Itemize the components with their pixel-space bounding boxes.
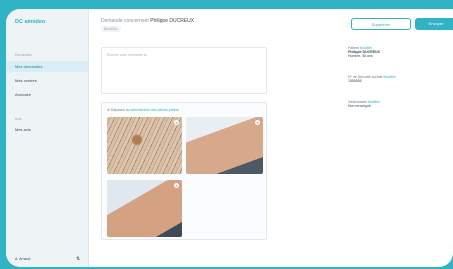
page-title: Demande concernant Philippe DUCREUX	[101, 18, 194, 24]
attachment-photo-2[interactable]: ×	[186, 117, 263, 174]
attachment-photo-3[interactable]: ×	[107, 180, 182, 237]
message-textarea[interactable]: Écrivez votre demande ici	[101, 47, 267, 94]
patient-details: Homme, 56 ans	[348, 54, 373, 58]
send-button[interactable]: Envoyer	[415, 18, 453, 30]
patient-section: Patient Modifier Philippe DUCREUX Homme,…	[348, 46, 380, 58]
recipient-section: Destinataire Modifier Non renseigné	[348, 100, 380, 108]
title-prefix: Demande concernant	[101, 18, 149, 24]
secu-edit-link[interactable]: Modifier	[383, 75, 395, 79]
app-logo: DC aimideo	[15, 19, 46, 25]
sidebar-item-mes-avis[interactable]: Mes avis	[6, 124, 88, 135]
sidebar: DC aimideo Demandes Mes demandes Mes cen…	[6, 9, 89, 267]
app-window: DC aimideo Demandes Mes demandes Mes cen…	[6, 9, 453, 267]
sidebar-section-demandes: Demandes	[15, 53, 32, 57]
sidebar-item-mes-demandes[interactable]: Mes demandes	[6, 61, 88, 72]
attachments-label: ⊘ Déposez ou sélectionnez des pièces joi…	[107, 108, 179, 112]
attachments-dropzone[interactable]: ⊘ Déposez ou sélectionnez des pièces joi…	[101, 102, 267, 240]
user-name[interactable]: A. Arnaud	[15, 257, 30, 261]
secu-section: N° de Sécurité sociale Modifier 1555555	[348, 75, 396, 83]
delete-button[interactable]: Supprimer	[351, 18, 411, 30]
select-attachments-link[interactable]: sélectionnez des pièces jointes	[131, 108, 179, 112]
close-icon[interactable]: ×	[174, 183, 179, 188]
attachment-photo-1[interactable]: ×	[107, 117, 182, 174]
close-icon[interactable]: ×	[174, 120, 179, 125]
sidebar-section-avis: Avis	[15, 117, 22, 121]
sidebar-item-annuaire[interactable]: Annuaire	[6, 89, 88, 100]
recipient-value: Non renseigné	[348, 104, 371, 108]
sidebar-item-mes-centres[interactable]: Mes centres	[6, 75, 88, 86]
close-icon[interactable]: ×	[255, 120, 260, 125]
language-icon[interactable]: ⇅	[76, 256, 80, 262]
attachments-label-prefix: Déposez ou	[110, 108, 130, 112]
paperclip-icon: ⊘	[107, 108, 110, 112]
status-badge: Brouillon	[101, 26, 121, 32]
patient-name-title: Philippe DUCREUX	[150, 18, 195, 24]
secu-value: 1555555	[348, 79, 362, 83]
